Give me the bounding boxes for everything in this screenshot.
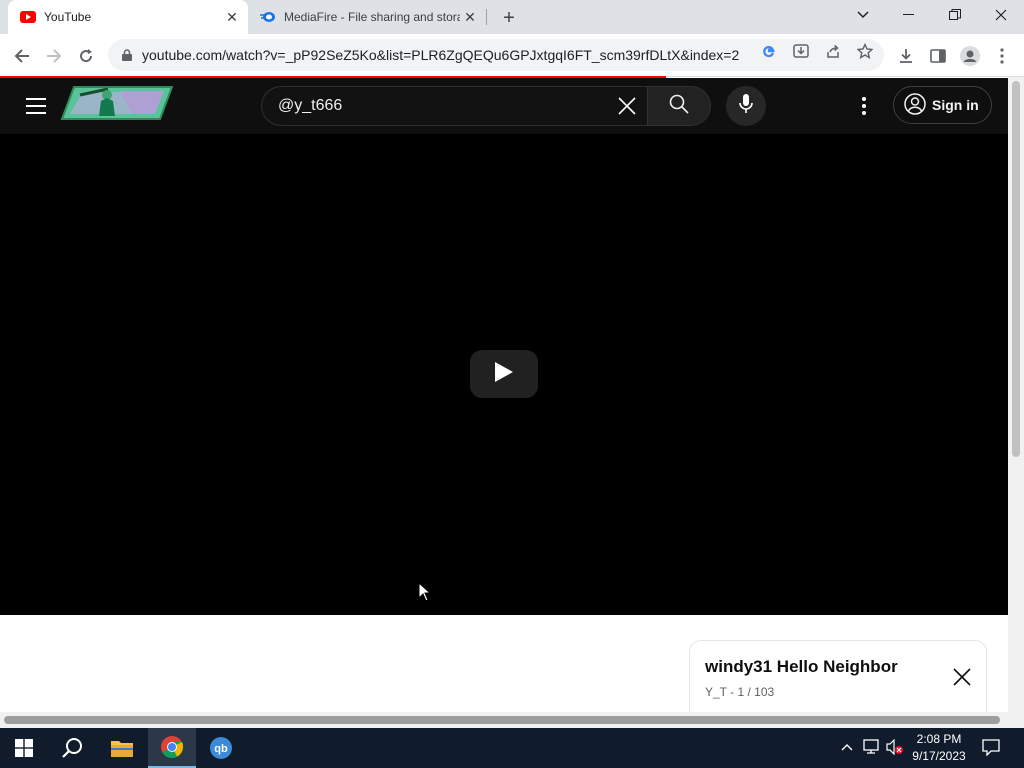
forward-icon[interactable] — [40, 42, 68, 70]
show-hidden-icons-icon[interactable] — [838, 738, 856, 756]
google-translate-icon[interactable] — [760, 42, 778, 60]
search-bar: @y_t666 — [261, 86, 711, 126]
youtube-header: @y_t666 Sign in — [0, 78, 1008, 134]
file-explorer-icon[interactable] — [98, 728, 146, 768]
clock-time: 2:08 PM — [916, 732, 962, 746]
install-app-icon[interactable] — [792, 42, 810, 60]
new-tab-icon[interactable]: + — [498, 7, 520, 29]
tab-strip: YouTube ✕ MediaFire - File sharing and s… — [0, 0, 1024, 34]
bookmark-star-icon[interactable] — [856, 42, 874, 60]
voice-search-button[interactable] — [726, 86, 766, 126]
play-button[interactable] — [470, 350, 538, 398]
windows-taskbar: qb 2:08 PM 9/17/2023 — [0, 728, 1024, 768]
playlist-info: Y_T - 1 / 103 — [705, 685, 774, 699]
playlist-separator: - — [726, 685, 738, 699]
playlist-position: 1 / 103 — [737, 685, 775, 699]
vertical-scrollbar-thumb[interactable] — [1012, 81, 1020, 457]
tab-mediafire[interactable]: MediaFire - File sharing and storage ✕ — [250, 0, 486, 34]
sign-in-button[interactable]: Sign in — [893, 86, 992, 124]
playlist-title[interactable]: windy31 Hello Neighbor — [705, 657, 898, 677]
url-text[interactable]: youtube.com/watch?v=_pP92SeZ5Ko&list=PLR… — [142, 47, 742, 63]
mediafire-icon — [260, 9, 276, 25]
youtube-icon — [20, 9, 36, 25]
chrome-icon[interactable] — [148, 728, 196, 768]
qbittorrent-icon[interactable]: qb — [197, 728, 245, 768]
minimize-icon[interactable] — [886, 0, 932, 30]
restore-icon[interactable] — [932, 0, 978, 30]
search-icon[interactable] — [48, 728, 96, 768]
system-clock[interactable]: 2:08 PM 9/17/2023 — [906, 731, 972, 765]
network-icon[interactable] — [862, 738, 880, 756]
more-options-icon[interactable] — [852, 94, 876, 118]
svg-text:qb: qb — [214, 743, 228, 755]
horizontal-scrollbar[interactable] — [0, 712, 1008, 728]
channel-logo[interactable] — [60, 83, 174, 123]
clock-date: 9/17/2023 — [912, 749, 966, 763]
tab-search-icon[interactable] — [840, 0, 886, 30]
tab-title: MediaFire - File sharing and storage — [284, 10, 460, 24]
search-button[interactable] — [647, 86, 711, 126]
tab-divider — [486, 9, 487, 25]
clear-search-icon[interactable] — [607, 87, 647, 125]
playlist-panel: windy31 Hello Neighbor Y_T - 1 / 103 — [689, 640, 987, 720]
playlist-owner[interactable]: Y_T — [705, 685, 727, 699]
start-icon[interactable] — [0, 728, 48, 768]
search-icon — [669, 94, 689, 119]
horizontal-scrollbar-thumb[interactable] — [4, 716, 1000, 724]
share-icon[interactable] — [824, 42, 842, 60]
page-content: windy31 Hello Neighbor Y_T - 1 / 103 — [0, 615, 1008, 720]
chrome-menu-icon[interactable] — [992, 46, 1012, 66]
reload-icon[interactable] — [72, 42, 100, 70]
notification-center-icon[interactable] — [982, 738, 1000, 756]
profile-icon[interactable] — [960, 46, 980, 66]
vertical-scrollbar[interactable] — [1008, 77, 1024, 728]
side-panel-icon[interactable] — [928, 46, 948, 66]
video-player[interactable] — [0, 134, 1008, 615]
mouse-cursor-icon — [418, 581, 432, 602]
close-tab-icon[interactable]: ✕ — [222, 7, 242, 27]
back-icon[interactable] — [8, 42, 36, 70]
tab-youtube[interactable]: YouTube ✕ — [8, 0, 248, 34]
play-icon — [494, 361, 514, 388]
microphone-icon — [739, 93, 753, 119]
hamburger-menu-icon[interactable] — [24, 94, 48, 118]
close-window-icon[interactable] — [978, 0, 1024, 30]
browser-toolbar: youtube.com/watch?v=_pP92SeZ5Ko&list=PLR… — [0, 34, 1024, 77]
search-input[interactable]: @y_t666 — [261, 86, 647, 126]
search-query-text[interactable]: @y_t666 — [278, 97, 607, 115]
close-playlist-icon[interactable] — [950, 665, 974, 689]
sign-in-label: Sign in — [932, 97, 979, 113]
downloads-icon[interactable] — [896, 46, 916, 66]
tab-title: YouTube — [44, 10, 92, 24]
account-icon — [904, 92, 926, 118]
close-tab-icon[interactable]: ✕ — [460, 7, 480, 27]
volume-muted-icon[interactable] — [886, 738, 904, 756]
lock-icon[interactable] — [120, 48, 134, 62]
